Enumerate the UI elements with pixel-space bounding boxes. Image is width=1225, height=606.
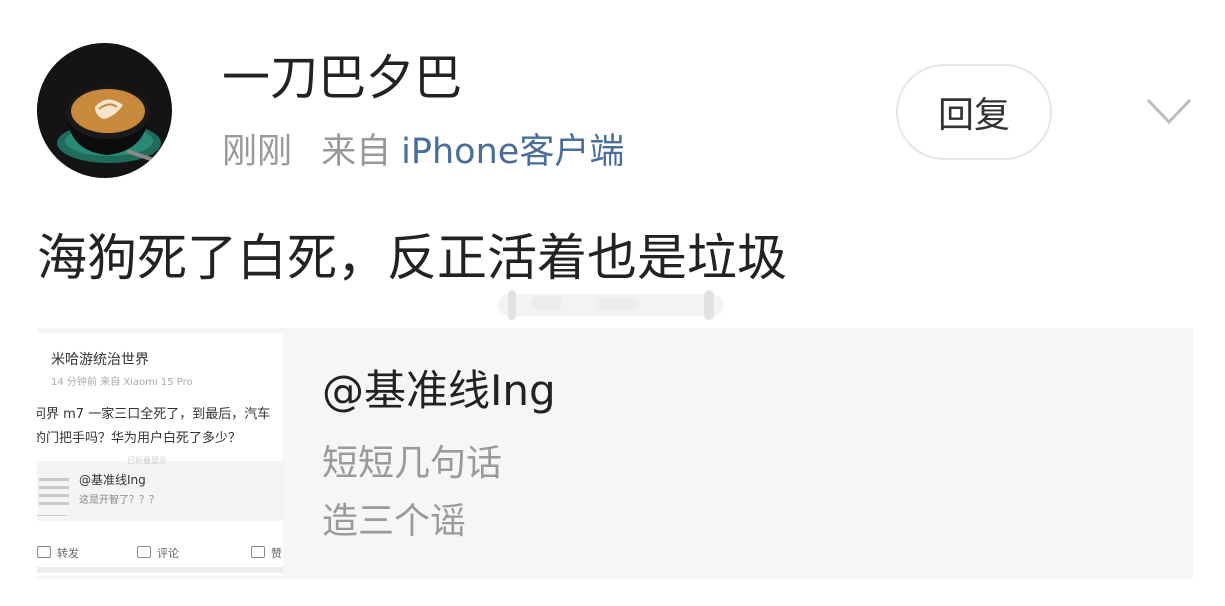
chevron-down-icon[interactable]: [1145, 96, 1193, 126]
thumbnail-faded-text: 已折叠显示: [127, 456, 167, 465]
thumbnail-side-lines: [37, 473, 71, 510]
thumbnail-inner-username: @基准线Ing: [79, 473, 146, 487]
thumbnail-inner-quote: [37, 461, 283, 521]
like-icon: [251, 546, 265, 558]
thumbnail-divider: [37, 515, 67, 516]
thumbnail-like-label: 赞: [271, 547, 282, 560]
reply-button[interactable]: 回复: [896, 64, 1052, 160]
post-meta: 刚刚 来自 iPhone客户端: [222, 128, 624, 176]
thumbnail-repost: 转发: [37, 545, 79, 561]
thumbnail-inner-text: 这是开智了？？？: [79, 495, 159, 506]
thumbnail-text-line: 问界 m7 一家三口全死了，到最后，汽车: [37, 407, 271, 422]
coffee-cup-icon: [37, 43, 171, 177]
post-source-link[interactable]: iPhone客户端: [401, 132, 624, 172]
quoted-thumbnail[interactable]: 米哈游统治世界 14 分钟前 来自 Xiaomi 15 Pro 问界 m7 一家…: [37, 333, 283, 576]
post-text: 海狗死了白死，反正活着也是垃圾: [37, 229, 787, 287]
thumbnail-repost-label: 转发: [57, 547, 79, 560]
thumbnail-meta: 14 分钟前 来自 Xiaomi 15 Pro: [51, 377, 193, 388]
quoted-post-card[interactable]: 米哈游统治世界 14 分钟前 来自 Xiaomi 15 Pro 问界 m7 一家…: [37, 328, 1193, 579]
thumbnail-like: 赞: [251, 545, 282, 561]
thumbnail-actions: 转发 评论 赞: [37, 545, 283, 565]
post-from-label: 来自: [321, 132, 392, 172]
thumbnail-comment-label: 评论: [157, 547, 179, 560]
quoted-text-line: 造三个谣: [322, 501, 467, 542]
quoted-text-line: 短短几句话: [322, 443, 503, 484]
thumbnail-comment: 评论: [137, 545, 179, 561]
thumbnail-bottom-bar: [37, 567, 283, 573]
blurred-strip: [498, 290, 724, 320]
comment-icon: [137, 546, 151, 558]
thumbnail-username: 米哈游统治世界: [51, 352, 149, 368]
username[interactable]: 一刀巴夕巴: [222, 48, 462, 108]
avatar[interactable]: [37, 43, 172, 178]
thumbnail-text-line: 的门把手吗？华为用户白死了多少？: [37, 431, 242, 446]
quoted-title[interactable]: @基准线Ing: [322, 363, 556, 419]
post-time: 刚刚: [222, 132, 293, 172]
repost-icon: [37, 546, 51, 558]
